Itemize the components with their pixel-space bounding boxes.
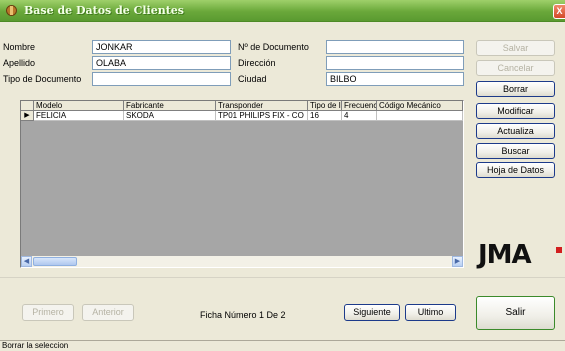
title-bar[interactable]: Base de Datos de Clientes X [0, 0, 565, 22]
scroll-thumb[interactable] [33, 257, 77, 266]
vehicles-grid[interactable]: Modelo Fabricante Transponder Tipo de I … [20, 100, 464, 268]
scroll-right-icon[interactable]: ▶ [452, 256, 463, 267]
cancelar-button[interactable]: Cancelar [476, 60, 555, 76]
column-header[interactable]: Frecuenc [342, 101, 377, 111]
nombre-label: Nombre [3, 42, 36, 52]
apellido-field[interactable]: OLABA [92, 56, 231, 70]
ciudad-field[interactable]: BILBO [326, 72, 464, 86]
scroll-left-icon[interactable]: ◀ [21, 256, 32, 267]
window-title: Base de Datos de Clientes [24, 4, 184, 17]
cell-modelo[interactable]: FELICIA [34, 111, 124, 121]
buscar-button[interactable]: Buscar [476, 143, 555, 159]
column-header[interactable]: Código Mecánico [377, 101, 463, 111]
apellido-label: Apellido [3, 58, 36, 68]
hoja-de-datos-button[interactable]: Hoja de Datos [476, 162, 555, 178]
database-window: Base de Datos de Clientes X Nombre JONKA… [0, 0, 565, 351]
column-header[interactable]: Tipo de I [308, 101, 342, 111]
status-bar: Borrar la seleccion [0, 340, 565, 351]
app-icon [6, 5, 17, 16]
direccion-field[interactable] [326, 56, 464, 70]
primero-button[interactable]: Primero [22, 304, 74, 321]
ciudad-label: Ciudad [238, 74, 267, 84]
horizontal-scrollbar[interactable]: ◀ ▶ [21, 256, 463, 267]
siguiente-button[interactable]: Siguiente [344, 304, 400, 321]
cell-frecuencia[interactable]: 4 [342, 111, 377, 121]
nombre-field[interactable]: JONKAR [92, 40, 231, 54]
actualiza-button[interactable]: Actualiza [476, 123, 555, 139]
row-pointer-icon: ▶ [21, 111, 34, 121]
modificar-button[interactable]: Modificar [476, 103, 555, 119]
column-header[interactable]: Transponder [216, 101, 308, 111]
tipo-documento-label: Tipo de Documento [3, 74, 82, 84]
direccion-label: Dirección [238, 58, 276, 68]
ultimo-button[interactable]: Ultimo [405, 304, 456, 321]
salvar-button[interactable]: Salvar [476, 40, 555, 56]
logo-accent-icon [556, 247, 562, 253]
num-documento-field[interactable] [326, 40, 464, 54]
num-documento-label: Nº de Documento [238, 42, 309, 52]
column-header[interactable]: Fabricante [124, 101, 216, 111]
borrar-button[interactable]: Borrar [476, 81, 555, 97]
record-counter: Ficha Número 1 De 2 [200, 310, 286, 320]
column-header[interactable]: Modelo [34, 101, 124, 111]
divider [0, 277, 565, 278]
header-selector [21, 101, 34, 111]
tipo-documento-field[interactable] [92, 72, 231, 86]
salir-button[interactable]: Salir [476, 296, 555, 330]
jma-logo: JMA [478, 240, 532, 270]
cell-codigo-mecanico[interactable] [377, 111, 463, 121]
cell-transponder[interactable]: TP01 PHILIPS FIX - CO [216, 111, 308, 121]
cell-fabricante[interactable]: SKODA [124, 111, 216, 121]
close-button[interactable]: X [553, 4, 565, 19]
cell-tipo[interactable]: 16 [308, 111, 342, 121]
anterior-button[interactable]: Anterior [82, 304, 134, 321]
